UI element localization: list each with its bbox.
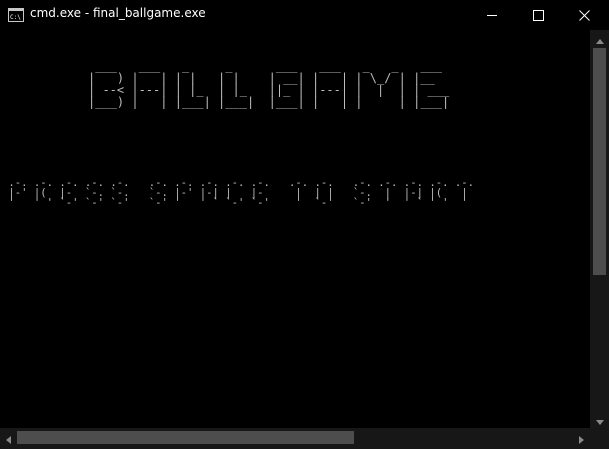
chevron-left-icon <box>6 429 11 448</box>
close-button[interactable] <box>561 0 607 30</box>
console-output: ___ ___ _ _ ___ ___ _ _ ___ | ) | | | | … <box>0 30 590 428</box>
scroll-right-button[interactable] <box>573 428 590 449</box>
close-icon <box>578 9 590 21</box>
chevron-up-icon <box>595 29 604 48</box>
vertical-scrollbar[interactable] <box>590 30 609 428</box>
console-window: C:\ cmd.exe - final_ballgame.exe ___ ___… <box>0 0 609 449</box>
title-bar[interactable]: C:\ cmd.exe - final_ballgame.exe <box>0 0 609 30</box>
svg-text:C:\: C:\ <box>10 14 21 21</box>
minimize-icon <box>486 10 498 21</box>
scroll-left-button[interactable] <box>0 428 17 449</box>
window-title: cmd.exe - final_ballgame.exe <box>30 6 206 20</box>
scrollbar-corner <box>590 428 609 449</box>
maximize-icon <box>532 9 544 21</box>
ascii-title-ball-game: ___ ___ _ _ ___ ___ _ _ ___ | ) | | | | … <box>88 59 450 109</box>
horizontal-scroll-thumb[interactable] <box>17 431 354 444</box>
minimize-button[interactable] <box>469 0 515 30</box>
scroll-down-button[interactable] <box>590 411 609 428</box>
maximize-button[interactable] <box>515 0 561 30</box>
vertical-scroll-thumb[interactable] <box>593 48 606 275</box>
cmd-icon: C:\ <box>8 7 24 22</box>
chevron-down-icon <box>595 410 604 429</box>
chevron-right-icon <box>579 429 584 448</box>
scroll-up-button[interactable] <box>590 30 609 47</box>
ascii-press-space-to-start: .-. .-. .-. .-. .-. .-. .-. .-. .-. .-. … <box>8 177 474 209</box>
horizontal-scrollbar[interactable] <box>0 428 590 449</box>
